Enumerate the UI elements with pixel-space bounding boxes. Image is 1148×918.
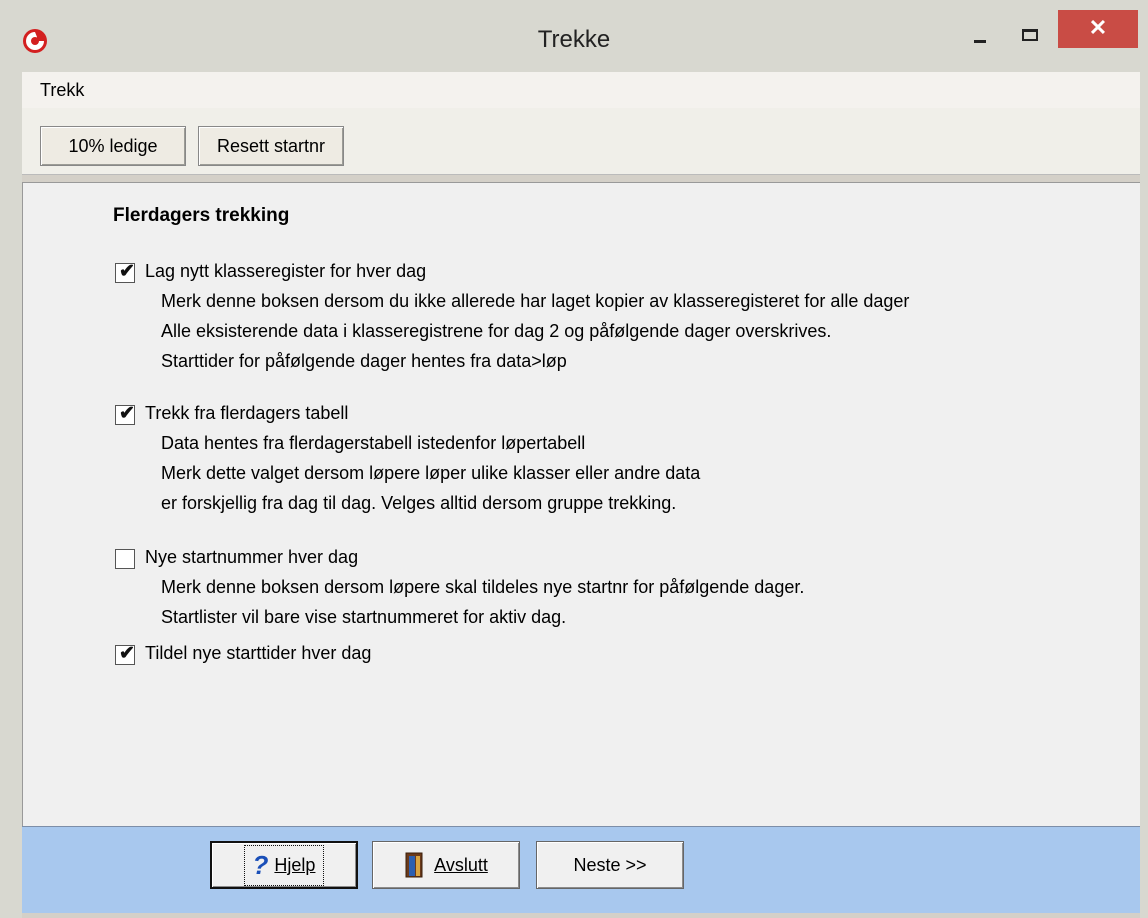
window-frame-right xyxy=(1140,72,1148,918)
menu-bar: Trekk xyxy=(22,72,1140,109)
option-description-line: Starttider for påfølgende dager hentes f… xyxy=(161,351,567,371)
menu-item-trekk[interactable]: Trekk xyxy=(40,80,84,101)
next-button[interactable]: Neste >> xyxy=(536,841,684,889)
minimize-button[interactable] xyxy=(960,22,1000,54)
ten-percent-free-button[interactable]: 10% ledige xyxy=(40,126,186,166)
option-description-line: Merk denne boksen dersom løpere skal til… xyxy=(161,577,805,597)
help-label: Hjelp xyxy=(274,854,316,875)
section-heading: Flerdagers trekking xyxy=(113,205,290,226)
button-bar: ? Hjelp Avslutt Neste >> xyxy=(22,826,1140,913)
minimize-icon xyxy=(974,40,986,43)
check-mark-icon: ✔ xyxy=(119,403,135,424)
close-icon: ✕ xyxy=(1088,15,1108,40)
option-label[interactable]: Lag nytt klasseregister for hver dag xyxy=(145,261,426,282)
close-button[interactable]: ✕ xyxy=(1058,10,1138,48)
trekke-window: Trekke ✕ Trekk 10% ledige Resett startnr… xyxy=(0,0,1148,918)
checkbox-new-class-register[interactable]: ✔ xyxy=(115,261,135,283)
maximize-button[interactable] xyxy=(1010,22,1050,54)
title-bar[interactable]: Trekke ✕ xyxy=(0,0,1148,72)
option-description-line: Data hentes fra flerdagerstabell isteden… xyxy=(161,433,586,453)
exit-door-icon xyxy=(405,852,423,878)
check-mark-icon: ✔ xyxy=(119,643,135,664)
next-label: Neste >> xyxy=(573,854,647,875)
checkbox-multiday-table[interactable]: ✔ xyxy=(115,403,135,425)
main-panel: Flerdagers trekking ✔ Lag nytt klassereg… xyxy=(22,182,1140,826)
option-description-line: Merk denne boksen dersom du ikke allered… xyxy=(161,291,910,311)
question-icon: ? xyxy=(252,849,269,880)
option-label[interactable]: Tildel nye starttider hver dag xyxy=(145,643,371,664)
option-label[interactable]: Nye startnummer hver dag xyxy=(145,547,358,568)
toolbar: 10% ledige Resett startnr xyxy=(22,108,1140,175)
check-mark-icon: ✔ xyxy=(119,261,135,282)
option-description-line: Alle eksisterende data i klasseregistren… xyxy=(161,321,832,341)
option-description-line: Startlister vil bare vise startnummeret … xyxy=(161,607,567,627)
option-description-line: Merk dette valget dersom løpere løper ul… xyxy=(161,463,701,483)
exit-label: Avslutt xyxy=(434,854,488,875)
checkbox-new-start-numbers[interactable] xyxy=(115,549,135,569)
checkbox-new-start-times[interactable]: ✔ xyxy=(115,643,135,665)
help-button[interactable]: ? Hjelp xyxy=(210,841,358,889)
option-label[interactable]: Trekk fra flerdagers tabell xyxy=(145,403,348,424)
reset-startnr-button[interactable]: Resett startnr xyxy=(198,126,344,166)
option-description-line: er forskjellig fra dag til dag. Velges a… xyxy=(161,493,677,513)
window-frame-left xyxy=(0,72,22,918)
help-button-focus-ring: ? Hjelp xyxy=(243,844,325,886)
maximize-icon xyxy=(1022,29,1038,41)
exit-button[interactable]: Avslutt xyxy=(372,841,520,889)
